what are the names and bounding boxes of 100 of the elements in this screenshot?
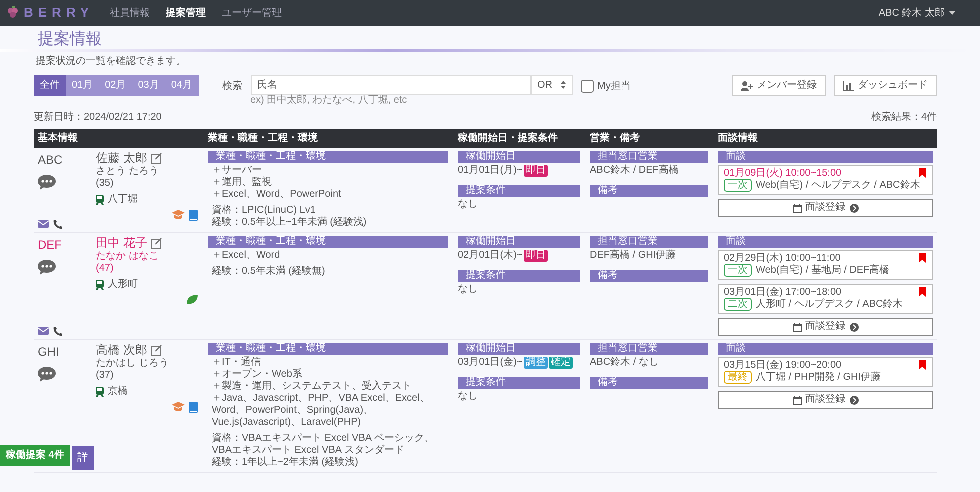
station-name: 八丁堀 xyxy=(108,194,138,206)
detail-button[interactable]: 詳 xyxy=(72,446,94,470)
start-date: 01月01日(月)~ xyxy=(458,165,523,178)
section-label: 面談 xyxy=(718,236,933,248)
skill-item: ＋Excel、Word xyxy=(211,250,282,262)
checkbox-label: My担当 xyxy=(598,80,631,94)
edit-icon xyxy=(151,238,162,249)
stage-tag: 二次 xyxy=(724,298,752,312)
section-label: 担当窓口営業 xyxy=(590,236,708,248)
section-label: 提案条件 xyxy=(458,185,580,198)
search-field[interactable]: 氏名 xyxy=(250,75,530,96)
speech-bubble-icon xyxy=(38,260,56,276)
section-label: 備考 xyxy=(590,377,708,390)
sales-text: ABC鈴木 / DEF高橋 xyxy=(590,165,680,178)
nav-link[interactable]: ユーザー管理 xyxy=(222,6,282,20)
station-name: 人形町 xyxy=(108,278,138,291)
interview-detail: Web(自宅) / ヘルプデスク / ABC鈴木 xyxy=(756,180,920,192)
month-filter-tab[interactable]: 全件 xyxy=(34,75,66,96)
interview-card[interactable]: 02月29日(木) 10:00~11:00 一次 Web(自宅) / 基地局 / DEF高橋 xyxy=(718,250,933,280)
member-kana: たかはし じろう xyxy=(96,358,170,370)
column-header: 基本情報 xyxy=(38,132,79,146)
member-age: (37) xyxy=(96,370,115,382)
section-label: 担当窓口営業 xyxy=(590,343,708,356)
updown-caret-icon xyxy=(560,81,566,90)
member-age: (35) xyxy=(96,178,115,190)
note-text: 経験：0.5年未満 (経験無) xyxy=(211,266,326,278)
section-label: 面談 xyxy=(718,343,933,356)
interview-card[interactable]: 01月09日(火) 10:00~15:00 一次 Web(自宅) / ヘルプデスク / ABC鈴木 xyxy=(718,165,933,196)
member-name: 佐藤 太郎 xyxy=(96,151,148,166)
edit-icon xyxy=(151,152,162,164)
sales-text: ABC鈴木 / なし xyxy=(590,357,660,370)
conditions-text: なし xyxy=(458,391,479,404)
my-only-checkbox[interactable] xyxy=(580,80,594,94)
column-header: 面談情報 xyxy=(718,132,759,146)
dashboard-button[interactable]: ダッシュボード xyxy=(834,75,937,96)
skill-item: ＋Excel、Word、PowerPoint xyxy=(211,189,342,202)
register-interview-button[interactable]: 面談登録 xyxy=(718,199,933,218)
section-label: 業種・職種・工程・環境 xyxy=(208,236,448,248)
nav-link[interactable]: 社員情報 xyxy=(110,6,150,20)
page-subtitle: 提案状況の一覧を確認できます。 xyxy=(36,54,187,70)
register-interview-button[interactable]: 面談登録 xyxy=(718,391,933,410)
member-name: 田中 花子 xyxy=(96,236,148,251)
interview-detail: 人形町 / ヘルプデスク / ABC鈴木 xyxy=(756,299,904,310)
status-tag: 即日 xyxy=(524,250,548,262)
note-text: 資格：LPIC(LinuC) Lv1 xyxy=(211,205,317,216)
column-header: 営業・備考 xyxy=(590,132,641,146)
member-kana: さとう たろう xyxy=(96,166,160,178)
berry-logo-icon xyxy=(6,5,20,21)
interview-detail: 八丁堀 / PHP開発 / GHI伊藤 xyxy=(756,372,882,384)
interview-time: 03月01日(金) 17:00~18:00 xyxy=(724,287,843,298)
start-date: 02月01日(木)~ xyxy=(458,250,523,262)
conditions-text: なし xyxy=(458,199,479,212)
member-code: GHI xyxy=(38,344,60,362)
page-title: 提案情報 xyxy=(38,30,103,50)
section-label: 稼働開始日 xyxy=(458,343,580,356)
result-count-badge: 稼働提案 4件 xyxy=(0,445,70,466)
member-code: DEF xyxy=(38,237,63,254)
stage-tag: 一次 xyxy=(724,264,752,278)
calendar-icon xyxy=(792,204,802,213)
interview-time: 01月09日(火) 10:00~15:00 xyxy=(724,168,843,180)
caret-icon xyxy=(949,11,956,15)
train-icon xyxy=(96,280,104,290)
section-label: 備考 xyxy=(590,270,708,282)
interview-card[interactable]: 03月01日(金) 17:00~18:00 二次 人形町 / ヘルプデスク / ABC鈴木 xyxy=(718,284,933,314)
member-code: ABC xyxy=(38,152,64,170)
status-tag: 即日 xyxy=(524,165,548,178)
arrow-circle-icon xyxy=(850,396,858,405)
section-label: 担当窓口営業 xyxy=(590,151,708,164)
member-register-button[interactable]: メンバー登録 xyxy=(732,75,826,96)
search-label: 検索 xyxy=(222,80,242,94)
skill-item: ＋運用、監視 xyxy=(211,177,273,190)
train-icon xyxy=(96,194,104,205)
mail-icon xyxy=(38,220,49,228)
section-label: 業種・職種・工程・環境 xyxy=(208,151,448,164)
sales-text: DEF高橋 / GHI伊藤 xyxy=(590,250,678,262)
register-interview-button[interactable]: 面談登録 xyxy=(718,318,933,336)
arrow-circle-icon xyxy=(850,322,858,332)
column-header: 稼働開始日・提案条件 xyxy=(458,131,559,146)
interview-card[interactable]: 03月15日(金) 19:00~20:00 最終 八丁堀 / PHP開発 / GHI伊藤 xyxy=(718,357,933,388)
status-tag: 調整 xyxy=(524,357,548,370)
result-count: 検索結果：4件 xyxy=(871,110,937,126)
skill-item: ＋サーバー xyxy=(211,165,262,177)
member-name: 高橋 次郎 xyxy=(96,343,148,358)
column-header: 業種・職種・工程・環境 xyxy=(208,131,319,146)
calendar-icon xyxy=(792,322,802,332)
note-text: 資格：VBAエキスパート Excel VBA ベーシック、VBAエキスパート Excel VBA スタンダード xyxy=(211,433,436,456)
interview-time: 02月29日(木) 10:00~11:00 xyxy=(724,253,842,264)
speech-bubble-icon xyxy=(38,175,56,190)
nav-link[interactable]: 提案管理 xyxy=(166,6,206,20)
stage-tag: 一次 xyxy=(724,179,752,192)
section-label: 業種・職種・工程・環境 xyxy=(208,343,448,356)
section-label: 提案条件 xyxy=(458,270,580,282)
operator-select[interactable]: OR xyxy=(530,75,572,96)
start-date: 03月01日(金)~ xyxy=(458,357,523,370)
skill-item: ＋Java、Javascript、PHP、VBA Excel、Excel、Word、PowerPoint、Spring(Java)、Vue.js(Javascript)、Laravel(PHP) xyxy=(211,393,431,430)
skill-item: ＋IT・通信 xyxy=(211,357,262,368)
phone-icon xyxy=(53,220,62,230)
status-tag: 確定 xyxy=(548,357,573,370)
section-label: 備考 xyxy=(590,185,708,198)
interview-time: 03月15日(金) 19:00~20:00 xyxy=(724,360,843,372)
